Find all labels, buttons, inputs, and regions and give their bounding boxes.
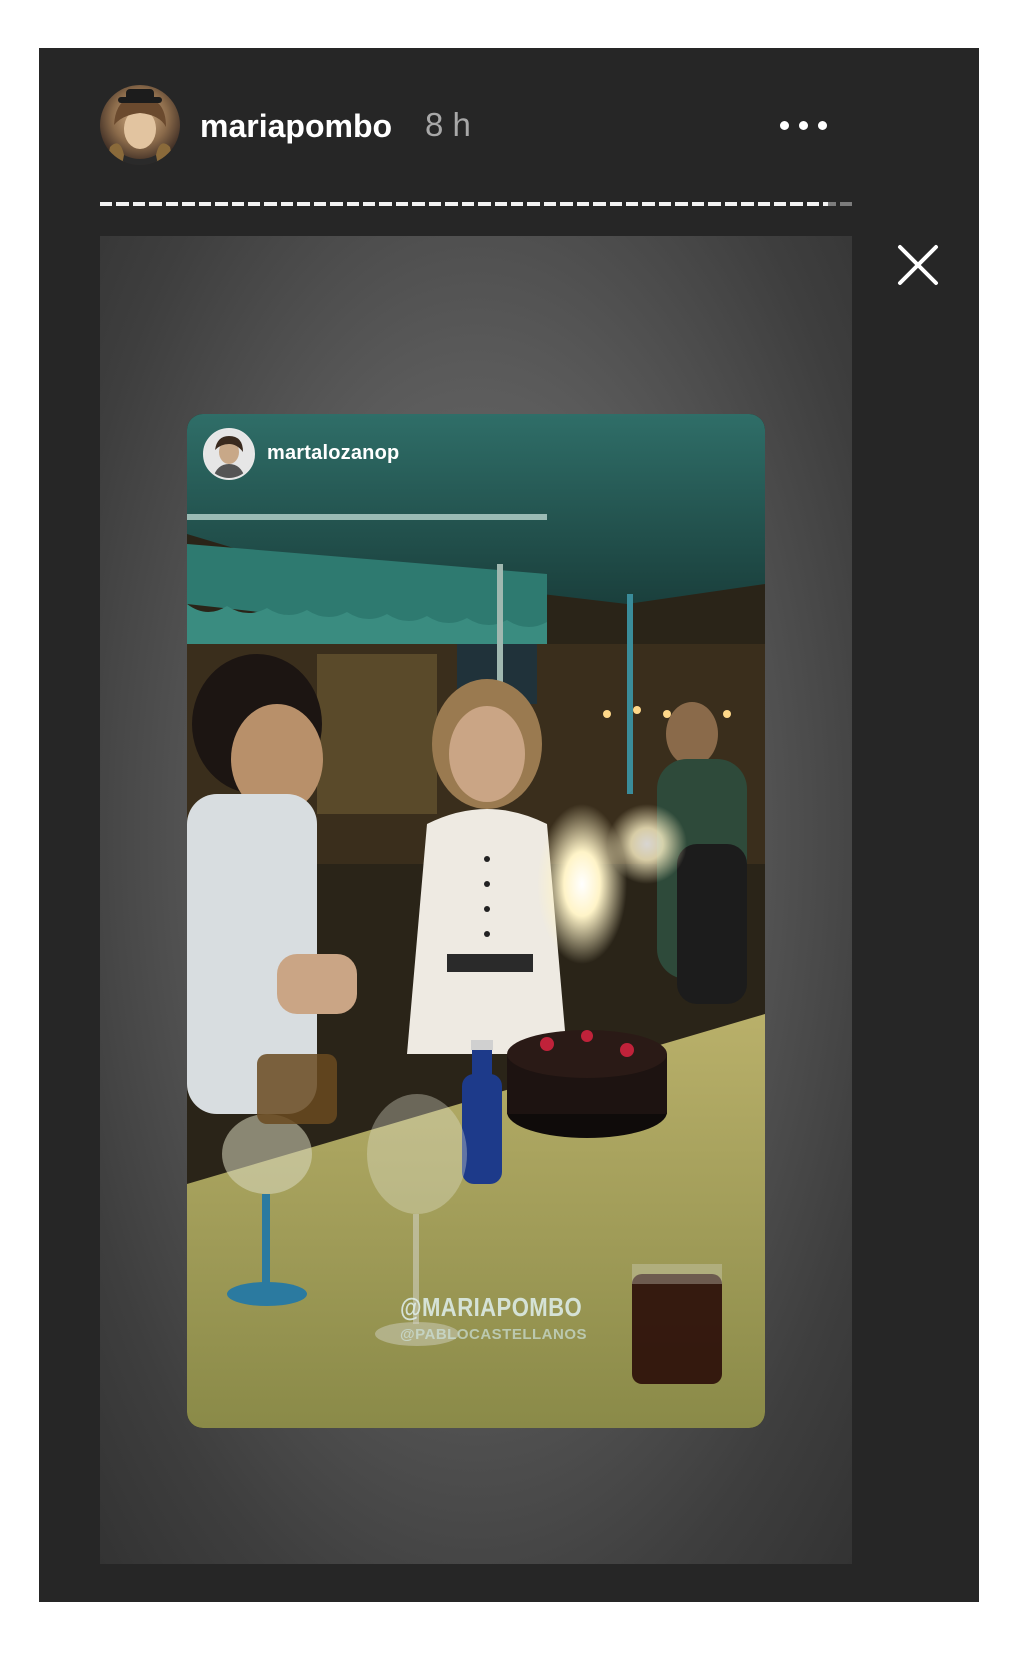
dot xyxy=(798,120,808,130)
progress-segment xyxy=(313,202,327,206)
progress-segment xyxy=(510,202,524,206)
progress-segment xyxy=(593,202,606,206)
close-icon[interactable] xyxy=(896,243,940,287)
progress-segment xyxy=(280,202,294,206)
progress-segment xyxy=(691,202,705,206)
progress-segment xyxy=(494,202,507,206)
reposted-username[interactable]: martalozanop xyxy=(267,442,399,465)
progress-segment xyxy=(675,202,688,206)
progress-segment xyxy=(182,202,195,206)
progress-segment xyxy=(363,202,376,206)
story-content[interactable]: martalozanop @MARIAPOMBO @PABLOCASTELLAN… xyxy=(100,236,852,1564)
progress-segment xyxy=(346,202,359,206)
reposted-user-avatar[interactable] xyxy=(203,428,255,480)
progress-bar xyxy=(100,202,853,206)
progress-segment xyxy=(100,202,113,206)
progress-segment xyxy=(708,202,721,206)
progress-segment xyxy=(806,202,820,206)
progress-segment xyxy=(576,202,590,206)
progress-segment xyxy=(428,202,442,206)
progress-segment xyxy=(379,202,392,206)
progress-segment xyxy=(642,202,655,206)
progress-segment xyxy=(478,202,491,206)
progress-segment xyxy=(461,202,475,206)
progress-segment xyxy=(395,202,409,206)
mention-sticker[interactable]: @MARIAPOMBO xyxy=(400,1292,582,1323)
more-options-icon[interactable] xyxy=(775,110,831,140)
progress-segment xyxy=(215,202,228,206)
mention-sticker-secondary[interactable]: @PABLOCASTELLANOS xyxy=(400,1326,587,1343)
reposted-story[interactable]: martalozanop @MARIAPOMBO @PABLOCASTELLAN… xyxy=(187,414,765,1428)
dot xyxy=(779,120,789,130)
progress-segment xyxy=(116,202,129,206)
time-ago: 8 h xyxy=(425,106,471,143)
progress-segment xyxy=(132,202,146,206)
progress-segment xyxy=(773,202,787,206)
progress-segment xyxy=(543,202,557,206)
progress-segment xyxy=(790,202,803,206)
progress-segment xyxy=(247,202,261,206)
progress-segment xyxy=(839,202,853,206)
progress-segment xyxy=(297,202,310,206)
username[interactable]: mariapombo xyxy=(200,108,392,145)
progress-segment xyxy=(330,202,343,206)
progress-segment xyxy=(412,202,425,206)
progress-segment xyxy=(609,202,622,206)
progress-segment xyxy=(264,202,277,206)
progress-segment xyxy=(560,202,573,206)
progress-segment xyxy=(198,202,212,206)
progress-segment xyxy=(445,202,458,206)
dot xyxy=(817,120,827,130)
progress-segment xyxy=(757,202,770,206)
progress-segment xyxy=(165,202,179,206)
progress-segment xyxy=(658,202,672,206)
progress-segment xyxy=(231,202,244,206)
user-avatar[interactable] xyxy=(100,85,180,165)
party-photo xyxy=(187,414,765,1428)
progress-segment xyxy=(626,202,639,206)
progress-segment xyxy=(149,202,162,206)
progress-segment xyxy=(724,202,738,206)
progress-segment xyxy=(741,202,754,206)
progress-segment xyxy=(823,202,836,206)
progress-segment xyxy=(527,202,540,206)
